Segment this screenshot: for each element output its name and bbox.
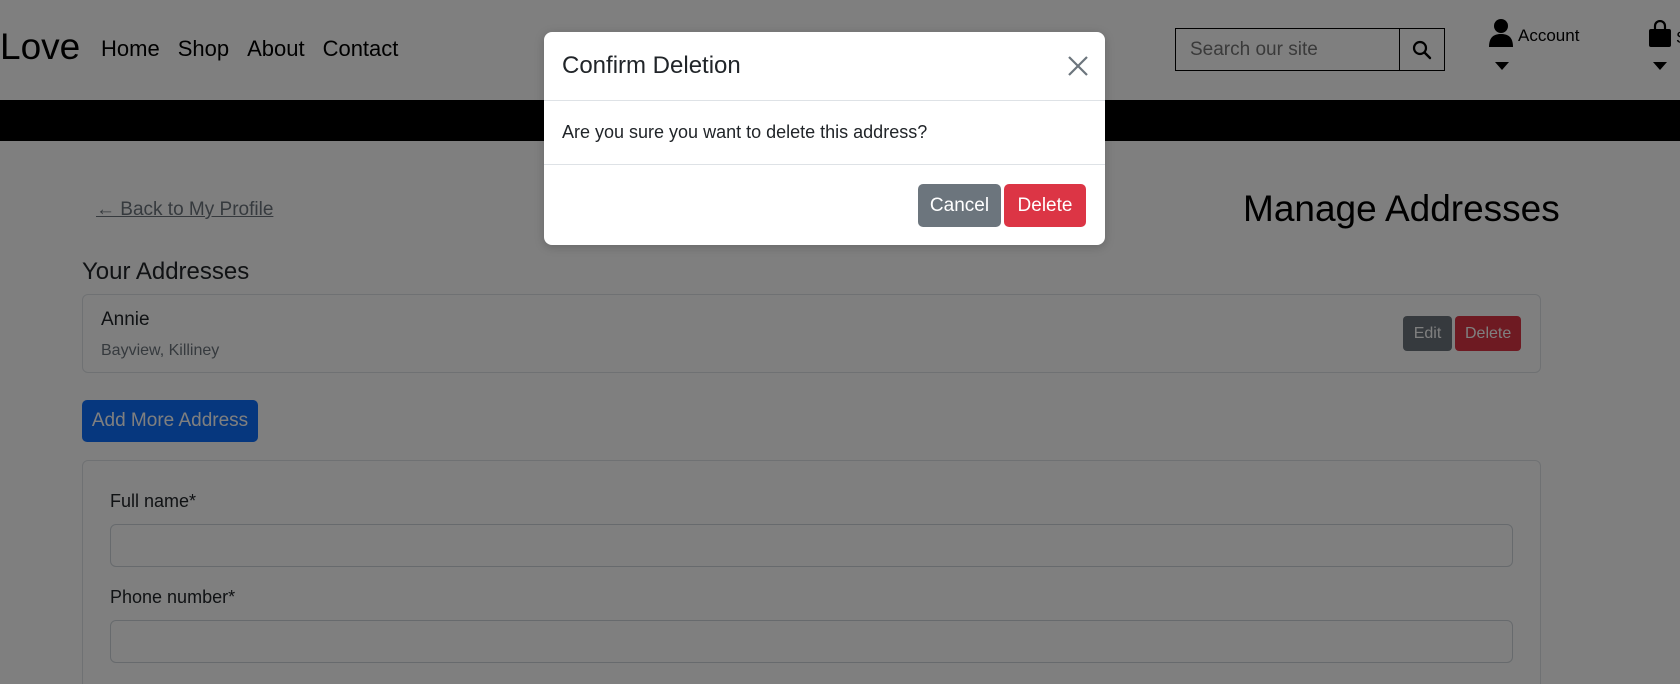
close-icon xyxy=(1068,56,1088,76)
modal-title: Confirm Deletion xyxy=(562,52,741,79)
confirm-delete-modal: Confirm Deletion Are you sure you want t… xyxy=(544,32,1105,245)
cancel-button[interactable]: Cancel xyxy=(918,184,1001,227)
page: Love Home Shop About Contact Account xyxy=(0,0,1680,684)
confirm-delete-button[interactable]: Delete xyxy=(1004,184,1086,227)
modal-close-button[interactable] xyxy=(1064,52,1092,80)
modal-message: Are you sure you want to delete this add… xyxy=(562,122,928,142)
modal-body: Are you sure you want to delete this add… xyxy=(544,101,1105,165)
modal-header: Confirm Deletion xyxy=(544,32,1105,101)
